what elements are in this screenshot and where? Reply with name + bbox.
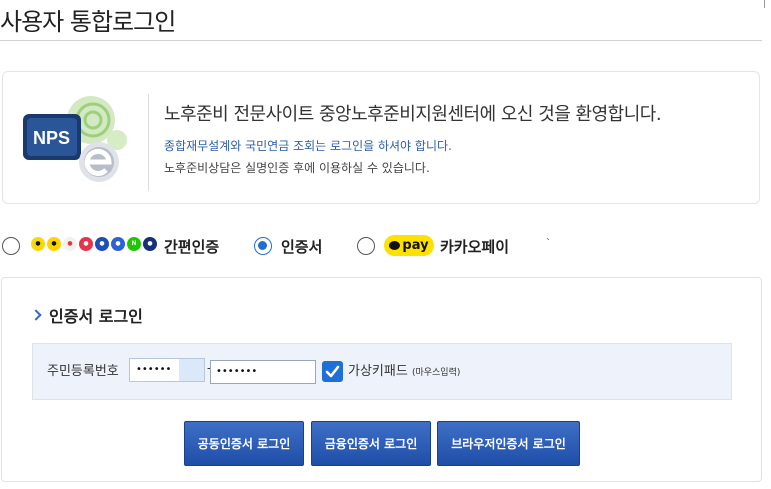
browser-certificate-login-button[interactable]: 브라우저인증서 로그인 [437,421,580,466]
easy-auth-provider-icons: ● ● ● ● ● ● N ● [31,237,157,251]
easy-auth-radio[interactable] [2,237,20,255]
certificate-login-title: 인증서 로그인 [30,303,143,327]
toss-icon: ● [47,237,61,251]
virtual-keypad-sublabel: (마우스입력) [411,368,461,378]
welcome-banner: NPS 노후준비 전문사이트 중앙노후준비지원센터에 오신 것을 환영합니다. … [2,71,760,204]
samsung-pass-icon: ● [95,237,109,251]
certificate-login-title-text: 인증서 로그인 [49,307,143,326]
page-title: 사용자 통합로그인 [0,8,176,36]
easy-auth-label[interactable]: 간편인증 [164,236,219,257]
resident-number-row: 주민등록번호 •••••• - ••••••• 가상키패드 (마우스입력) [32,343,732,400]
nps-logo-text: NPS [33,128,70,148]
shinhan-icon: ● [143,237,157,251]
pass-icon: ● [79,237,93,251]
welcome-heading: 노후준비 전문사이트 중앙노후준비지원센터에 오신 것을 환영합니다. [164,104,662,125]
title-divider [0,40,762,41]
financial-certificate-login-button[interactable]: 금융인증서 로그인 [311,421,431,466]
kb-icon: ● [111,237,125,251]
input-selection-highlight [179,359,204,381]
virtual-keypad-label-text: 가상키패드 [348,364,408,379]
chevron-right-icon [30,309,42,321]
resident-number-back-value: ••••••• [216,366,258,377]
naver-icon: N [127,237,141,251]
nps-logo: NPS [23,96,127,182]
certificate-radio[interactable] [254,237,272,255]
certificate-label[interactable]: 인증서 [281,236,322,257]
payco-icon: ● [63,237,77,251]
kakaopay-label[interactable]: 카카오페이 [440,236,509,257]
kakaopay-badge: pay [384,235,434,256]
kakaopay-badge-text: pay [402,238,429,253]
banner-divider [148,94,149,191]
resident-number-front-value: •••••• [136,364,172,375]
kakao-icon: ● [31,237,45,251]
resident-number-label: 주민등록번호 [47,364,119,379]
welcome-notice-consult: 노후준비상담은 실명인증 후에 이용하실 수 있습니다. [164,161,430,175]
virtual-keypad-checkbox[interactable] [322,361,343,382]
joint-certificate-login-button[interactable]: 공동인증서 로그인 [184,421,304,466]
decorative-tick: ` [546,238,551,249]
edge-divider [764,0,765,8]
kakaopay-radio[interactable] [357,237,375,255]
speech-bubble-icon [389,241,401,250]
certificate-login-panel: 인증서 로그인 주민등록번호 •••••• - ••••••• 가상키패드 (마… [1,277,762,482]
resident-number-back-input[interactable]: ••••••• [210,360,316,384]
virtual-keypad-label[interactable]: 가상키패드 (마우스입력) [348,360,460,379]
welcome-notice-login: 종합재무설계와 국민연금 조회는 로그인을 하셔야 합니다. [164,139,452,153]
checkmark-icon [325,365,340,378]
